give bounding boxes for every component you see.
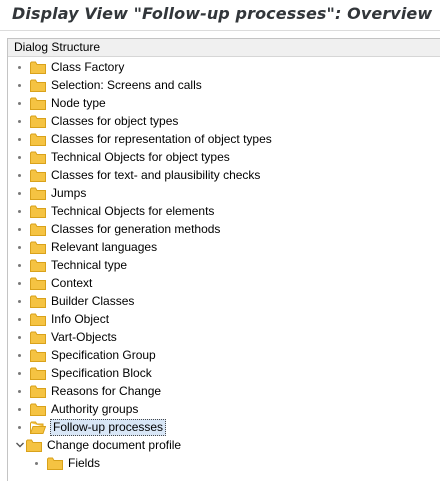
folder-icon [30, 133, 46, 146]
folder-icon [30, 241, 46, 254]
folder-icon [30, 205, 46, 218]
folder-icon [30, 259, 46, 272]
folder-icon [30, 187, 46, 200]
tree-node-fields[interactable]: Fields [35, 454, 101, 472]
tree-node-label: Classes for text- and plausibility check… [51, 167, 261, 182]
tree-node-label: Authority groups [51, 401, 139, 416]
tree-node-classes-generation-methods[interactable]: Classes for generation methods [18, 220, 221, 238]
tree-bullet-icon [18, 371, 21, 375]
tree-node-reasons-for-change[interactable]: Reasons for Change [18, 382, 162, 400]
tree-node-specification-group[interactable]: Specification Group [18, 346, 157, 364]
tree-node-authority-groups[interactable]: Authority groups [18, 400, 139, 418]
tree-node-classes-object-types[interactable]: Classes for object types [18, 112, 179, 130]
tree-node-class-factory[interactable]: Class Factory [18, 58, 125, 76]
tree-node-label: Classes for generation methods [51, 221, 221, 236]
folder-icon [30, 367, 46, 380]
tree-node-relevant-languages[interactable]: Relevant languages [18, 238, 158, 256]
tree-node-label: Selection: Screens and calls [51, 77, 202, 92]
tree-node-technical-objects-elements[interactable]: Technical Objects for elements [18, 202, 215, 220]
tree-node-label: Relevant languages [51, 239, 158, 254]
title-bar: Display View "Follow-up processes": Over… [0, 0, 440, 31]
tree-bullet-icon [18, 209, 21, 213]
tree-node-label: Change document profile [47, 437, 182, 452]
tree-bullet-icon [18, 101, 21, 105]
tree-bullet-icon [18, 353, 21, 357]
tree-node-label: Technical type [51, 257, 128, 272]
folder-icon [30, 403, 46, 416]
tree-bullet-icon [18, 281, 21, 285]
tree-node-classes-text-plausibility[interactable]: Classes for text- and plausibility check… [18, 166, 261, 184]
tree-node-follow-up-processes[interactable]: Follow-up processes [18, 418, 167, 436]
tree-node-label: Builder Classes [51, 293, 135, 308]
folder-open-icon [30, 421, 46, 434]
folder-icon [30, 223, 46, 236]
tree-node-selection-screens[interactable]: Selection: Screens and calls [18, 76, 203, 94]
tree-node-context[interactable]: Context [18, 274, 93, 292]
tree-bullet-icon [18, 191, 21, 195]
tree-node-label: Class Factory [51, 59, 125, 74]
tree-node-jumps[interactable]: Jumps [18, 184, 87, 202]
tree-node-label: Context [51, 275, 93, 290]
tree-node-label: Classes for representation of object typ… [51, 131, 272, 146]
dialog-structure-title: Dialog Structure [14, 40, 101, 54]
tree-node-label: Technical Objects for object types [51, 149, 230, 164]
tree-bullet-icon [18, 407, 21, 411]
chevron-down-icon[interactable] [14, 439, 26, 451]
dialog-structure-header: Dialog Structure [8, 39, 440, 57]
folder-icon [30, 331, 46, 344]
tree-node-label: Node type [51, 95, 106, 110]
tree-node-vart-objects[interactable]: Vart-Objects [18, 328, 118, 346]
tree-node-info-object[interactable]: Info Object [18, 310, 110, 328]
tree-bullet-icon [18, 173, 21, 177]
folder-icon [30, 97, 46, 110]
tree-node-classes-representation[interactable]: Classes for representation of object typ… [18, 130, 273, 148]
tree-bullet-icon [18, 299, 21, 303]
folder-icon [30, 169, 46, 182]
tree-bullet-icon [35, 461, 38, 465]
folder-icon [30, 115, 46, 128]
folder-icon [30, 61, 46, 74]
tree-bullet-icon [18, 263, 21, 267]
folder-icon [30, 385, 46, 398]
tree-bullet-icon [18, 155, 21, 159]
tree-node-label: Follow-up processes [50, 418, 167, 436]
tree-node-label: Reasons for Change [51, 383, 162, 398]
dialog-structure-panel: Dialog Structure Class Factory Selection… [7, 38, 440, 481]
tree-bullet-icon [18, 425, 21, 429]
tree-node-label: Technical Objects for elements [51, 203, 215, 218]
folder-icon [30, 349, 46, 362]
tree-bullet-icon [18, 245, 21, 249]
folder-icon [30, 79, 46, 92]
tree-node-label: Jumps [51, 185, 87, 200]
tree-bullet-icon [18, 317, 21, 321]
tree-node-change-document-profile[interactable]: Change document profile [14, 436, 182, 454]
tree-node-label: Specification Group [51, 347, 156, 362]
tree-bullet-icon [18, 227, 21, 231]
tree-node-label: Specification Block [51, 365, 152, 380]
folder-icon [30, 151, 46, 164]
folder-icon [30, 313, 46, 326]
tree-node-builder-classes[interactable]: Builder Classes [18, 292, 135, 310]
tree-bullet-icon [18, 137, 21, 141]
tree-node-label: Info Object [51, 311, 110, 326]
folder-icon [30, 295, 46, 308]
tree-bullet-icon [18, 119, 21, 123]
tree-node-technical-objects-object-types[interactable]: Technical Objects for object types [18, 148, 231, 166]
folder-icon [30, 277, 46, 290]
folder-icon [26, 439, 42, 452]
page-title: Display View "Follow-up processes": Over… [12, 4, 433, 23]
tree-bullet-icon [18, 65, 21, 69]
tree-node-label: Vart-Objects [51, 329, 117, 344]
tree-node-node-type[interactable]: Node type [18, 94, 107, 112]
folder-icon [47, 457, 63, 470]
tree-bullet-icon [18, 335, 21, 339]
tree-bullet-icon [18, 83, 21, 87]
tree-node-label: Fields [68, 455, 101, 470]
tree-node-specification-block[interactable]: Specification Block [18, 364, 153, 382]
tree-node-technical-type[interactable]: Technical type [18, 256, 128, 274]
tree-bullet-icon [18, 389, 21, 393]
tree-node-label: Classes for object types [51, 113, 179, 128]
